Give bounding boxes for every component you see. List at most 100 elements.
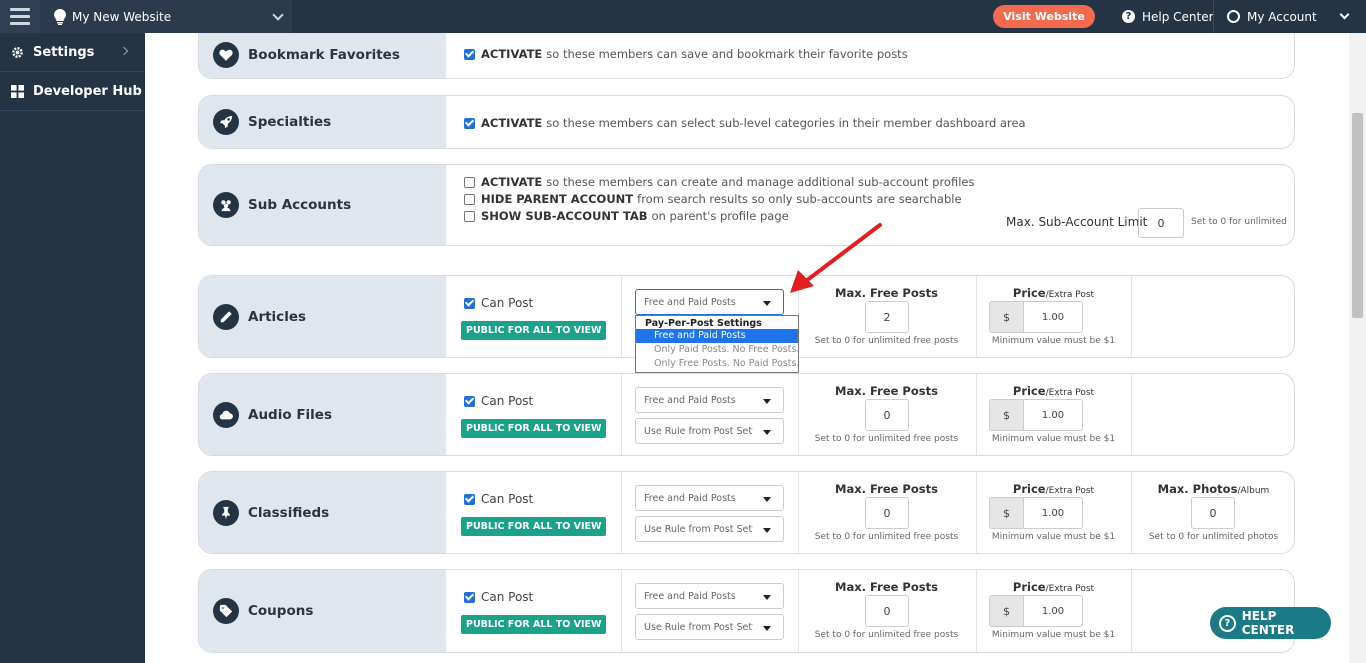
activate-option[interactable]: ACTIVATE so these members can create and… xyxy=(464,175,974,189)
card-label: Bookmark Favorites xyxy=(199,33,446,78)
max-free-posts-label: Max. Free Posts xyxy=(835,384,938,398)
card-label: Classifieds xyxy=(199,472,446,553)
can-post-option[interactable]: Can Post xyxy=(464,296,533,310)
max-photos-input[interactable]: 0 xyxy=(1191,497,1235,529)
price-input[interactable]: 1.00 xyxy=(1024,301,1083,333)
option-text: so these members can select sub-level ca… xyxy=(546,116,1026,130)
rule-select[interactable]: Use Rule from Post Settings xyxy=(635,614,784,640)
help-center-link[interactable]: ? Help Center xyxy=(1122,0,1214,33)
rule-select[interactable]: Use Rule from Post Settings xyxy=(635,516,784,542)
option-keyword: SHOW SUB-ACCOUNT TAB xyxy=(481,209,648,223)
max-free-posts-note: Set to 0 for unlimited free posts xyxy=(814,630,959,640)
pricing-select-value: Free and Paid Posts xyxy=(644,394,736,406)
max-photos-note: Set to 0 for unlimited photos xyxy=(1148,532,1279,542)
site-selector[interactable]: My New Website xyxy=(40,0,292,33)
activate-checkbox[interactable] xyxy=(464,48,475,60)
column-divider xyxy=(621,276,622,357)
help-center-floating-button[interactable]: ? HELP CENTER xyxy=(1210,607,1331,639)
pricing-dropdown-list[interactable]: Pay-Per-Post Settings Free and Paid Post… xyxy=(635,315,799,373)
option-text: so these members can create and manage a… xyxy=(546,175,975,189)
card-title: Bookmark Favorites xyxy=(248,47,400,63)
dropdown-option[interactable]: Only Paid Posts. No Free Posts. xyxy=(636,343,799,357)
sub-account-limit-input[interactable]: 0 xyxy=(1138,208,1184,238)
visibility-badge[interactable]: PUBLIC FOR ALL TO VIEW xyxy=(461,517,607,536)
visit-website-button[interactable]: Visit Website xyxy=(993,5,1095,28)
can-post-checkbox[interactable] xyxy=(464,591,475,603)
price-input-group: $1.00 xyxy=(989,497,1083,529)
option-text: on parent's profile page xyxy=(651,209,789,223)
max-free-posts-label: Max. Free Posts xyxy=(835,482,938,496)
price-input[interactable]: 1.00 xyxy=(1024,497,1083,529)
scrollbar-thumb[interactable] xyxy=(1352,113,1363,318)
option-keyword: HIDE PARENT ACCOUNT xyxy=(481,192,634,206)
card-label: Specialties xyxy=(199,96,446,148)
show-tab-option[interactable]: SHOW SUB-ACCOUNT TAB on parent's profile… xyxy=(464,209,789,223)
hide-parent-option[interactable]: HIDE PARENT ACCOUNT from search results … xyxy=(464,192,962,206)
can-post-option[interactable]: Can Post xyxy=(464,492,533,506)
pricing-select[interactable]: Free and Paid Posts xyxy=(635,289,784,315)
rule-select[interactable]: Use Rule from Post Settings xyxy=(635,418,784,444)
card-label: Articles xyxy=(199,276,446,357)
dropdown-option[interactable]: Free and Paid Posts xyxy=(636,329,798,343)
can-post-option[interactable]: Can Post xyxy=(464,590,533,604)
pricing-select[interactable]: Free and Paid Posts xyxy=(635,485,784,511)
card-title: Audio Files xyxy=(248,406,332,423)
rocket-icon xyxy=(213,109,239,135)
dropdown-group-label: Pay-Per-Post Settings xyxy=(645,318,762,329)
visibility-badge[interactable]: PUBLIC FOR ALL TO VIEW xyxy=(461,321,607,340)
can-post-label: Can Post xyxy=(481,492,534,506)
visibility-badge[interactable]: PUBLIC FOR ALL TO VIEW xyxy=(461,615,607,634)
menu-toggle-button[interactable] xyxy=(0,0,40,33)
my-account-menu[interactable]: My Account xyxy=(1227,0,1350,33)
card-label: Audio Files xyxy=(199,374,446,455)
currency-symbol: $ xyxy=(989,399,1024,431)
sub-account-limit-label: Max. Sub-Account Limit xyxy=(1006,215,1148,229)
visibility-badge[interactable]: PUBLIC FOR ALL TO VIEW xyxy=(461,419,607,438)
can-post-label: Can Post xyxy=(481,296,534,310)
price-note: Minimum value must be $1 xyxy=(991,434,1116,444)
max-photos-label: Max. Photos/Album xyxy=(1157,482,1270,496)
max-free-posts-input[interactable]: 0 xyxy=(865,595,909,627)
price-input-group: $1.00 xyxy=(989,595,1083,627)
can-post-checkbox[interactable] xyxy=(464,395,475,407)
activate-option[interactable]: ACTIVATE so these members can save and b… xyxy=(464,47,908,61)
hide-parent-checkbox[interactable] xyxy=(464,193,475,205)
max-free-posts-input[interactable]: 0 xyxy=(865,399,909,431)
pricing-select[interactable]: Free and Paid Posts xyxy=(635,583,784,609)
caret-down-icon xyxy=(763,399,771,404)
pricing-select[interactable]: Free and Paid Posts xyxy=(635,387,784,413)
question-circle-icon: ? xyxy=(1219,614,1236,632)
activate-checkbox[interactable] xyxy=(464,117,475,129)
option-keyword: ACTIVATE xyxy=(481,175,543,189)
currency-symbol: $ xyxy=(989,595,1024,627)
users-icon xyxy=(213,192,239,218)
annotation-arrow-icon xyxy=(790,223,882,293)
page-scrollbar[interactable] xyxy=(1349,33,1366,663)
can-post-checkbox[interactable] xyxy=(464,493,475,505)
show-tab-checkbox[interactable] xyxy=(464,210,475,222)
price-input[interactable]: 1.00 xyxy=(1024,595,1083,627)
sidebar-item-settings[interactable]: Settings xyxy=(0,33,145,72)
site-name: My New Website xyxy=(72,9,172,24)
sub-accounts-card: Sub Accounts ACTIVATE so these members c… xyxy=(198,164,1295,246)
chevron-down-icon xyxy=(272,9,284,21)
pricing-select-value: Free and Paid Posts xyxy=(644,492,736,504)
dropdown-option[interactable]: Only Free Posts. No Paid Posts. xyxy=(636,357,799,371)
price-input[interactable]: 1.00 xyxy=(1024,399,1083,431)
option-text: from search results so only sub-accounts… xyxy=(637,192,962,206)
hamburger-icon xyxy=(10,8,30,11)
max-free-posts-input[interactable]: 2 xyxy=(865,301,909,333)
max-free-posts-input[interactable]: 0 xyxy=(865,497,909,529)
activate-option[interactable]: ACTIVATE so these members can select sub… xyxy=(464,116,1026,130)
max-free-posts-note: Set to 0 for unlimited free posts xyxy=(814,336,959,346)
max-free-posts-label: Max. Free Posts xyxy=(835,580,938,594)
price-note: Minimum value must be $1 xyxy=(991,336,1116,346)
card-title: Articles xyxy=(248,308,307,325)
can-post-option[interactable]: Can Post xyxy=(464,394,533,408)
sub-account-limit-note: Set to 0 for unlimited xyxy=(1191,217,1287,227)
can-post-checkbox[interactable] xyxy=(464,297,475,309)
card-title: Classifieds xyxy=(248,504,330,521)
price-label: Price/Extra Post xyxy=(1012,580,1095,594)
activate-checkbox[interactable] xyxy=(464,176,475,188)
sidebar-item-developer-hub[interactable]: Developer Hub xyxy=(0,72,145,111)
